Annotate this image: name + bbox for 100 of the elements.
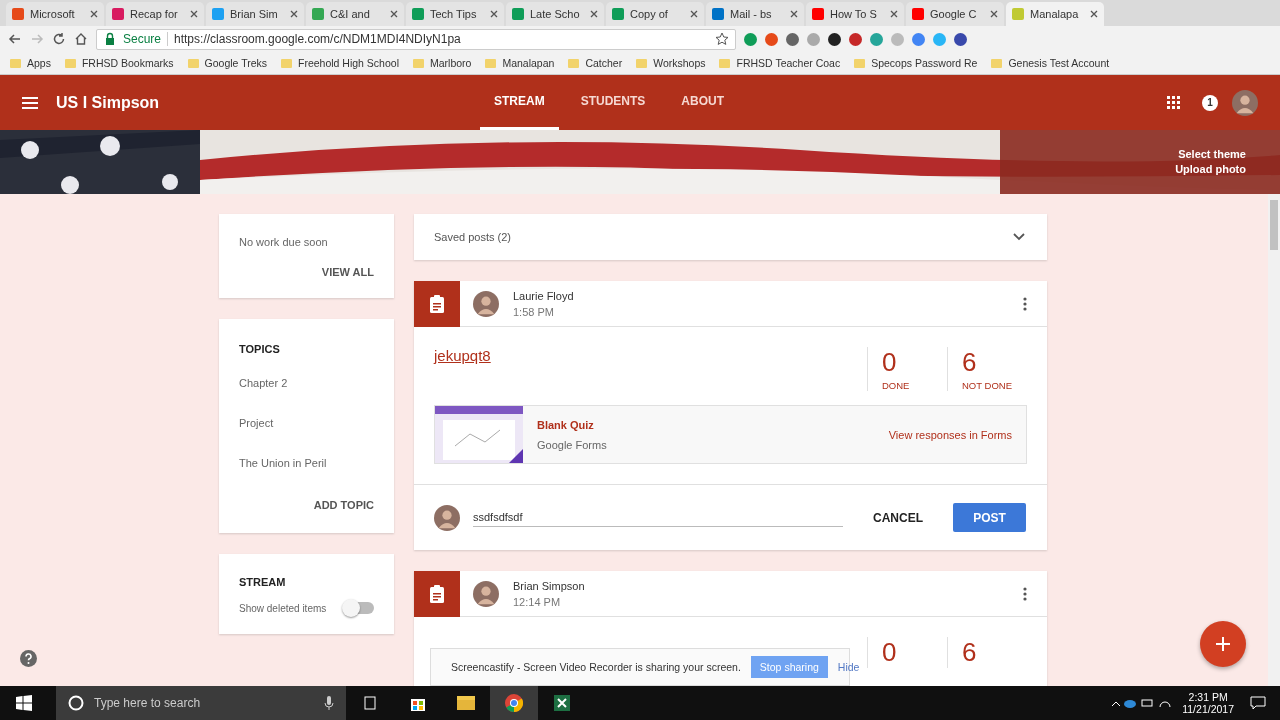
windows-icon[interactable] <box>16 695 32 711</box>
extension-icon[interactable] <box>828 32 841 46</box>
done-label: DONE <box>882 380 911 391</box>
not-done-count: 6 <box>962 637 978 668</box>
bookmark[interactable]: FRHSD Bookmarks <box>64 57 174 69</box>
extension-icon[interactable] <box>954 32 967 46</box>
toggle-switch[interactable] <box>344 602 374 614</box>
bookmark[interactable]: Apps <box>10 57 51 69</box>
bookmark[interactable]: Specops Password Re <box>854 57 978 69</box>
chrome-icon[interactable] <box>505 694 523 712</box>
post-button[interactable]: POST <box>953 503 1026 532</box>
post-time: 12:14 PM <box>513 595 562 608</box>
browser-tab[interactable]: Mail - bs <box>706 2 804 26</box>
lock-icon <box>103 32 117 46</box>
help-icon[interactable] <box>20 650 37 667</box>
stream-title: STREAM <box>239 576 287 588</box>
bookmark[interactable]: Workshops <box>636 57 706 69</box>
close-icon[interactable] <box>990 10 998 18</box>
notifications-icon[interactable] <box>1250 696 1266 710</box>
browser-tab[interactable]: Tech Tips <box>406 2 504 26</box>
close-icon[interactable] <box>1090 10 1098 18</box>
close-icon[interactable] <box>290 10 298 18</box>
close-icon[interactable] <box>790 10 798 18</box>
close-icon[interactable] <box>190 10 198 18</box>
author-name: Brian Simpson <box>513 579 586 592</box>
close-icon[interactable] <box>490 10 498 18</box>
browser-tab[interactable]: Brian Sim <box>206 2 304 26</box>
plus-icon <box>1216 637 1230 651</box>
browser-tab[interactable]: Copy of <box>606 2 704 26</box>
address-bar[interactable]: Secure https://classroom.google.com/c/NDM1MDI4NDIyN1pa <box>96 28 736 50</box>
clock-date[interactable]: 11/21/2017 <box>1182 703 1234 715</box>
chevron-icon[interactable] <box>1013 233 1025 241</box>
comment-field[interactable]: ssdfsdfsdf <box>473 508 843 527</box>
browser-tab[interactable]: Google C <box>906 2 1004 26</box>
browser-tab[interactable]: Microsoft <box>6 2 104 26</box>
cortana-icon <box>68 695 84 711</box>
bookmark[interactable]: Marlboro <box>413 57 472 69</box>
banner-link[interactable]: Upload photo <box>1175 163 1246 175</box>
bookmark[interactable]: Google Treks <box>187 57 267 69</box>
assignment-title[interactable]: jekupqt8 <box>434 347 867 391</box>
cancel-button[interactable]: CANCEL <box>867 509 929 526</box>
banner-link[interactable]: Select theme <box>1178 148 1246 160</box>
url-text: https://classroom.google.com/c/NDM1MDI4NDIyN1pa <box>174 32 462 46</box>
profile-avatar <box>1232 89 1258 116</box>
more-icon[interactable] <box>1023 296 1027 311</box>
clock-time[interactable]: 2:31 PM <box>1188 691 1228 703</box>
apps-grid-icon[interactable] <box>1167 96 1180 109</box>
add-button[interactable] <box>1200 621 1246 667</box>
commenter-avatar <box>434 504 460 531</box>
bookmark[interactable]: Manalapan <box>485 57 555 69</box>
scrollbar[interactable] <box>1268 194 1280 686</box>
system-tray-icons-drawing[interactable] <box>1112 697 1173 709</box>
browser-tab[interactable]: How To S <box>806 2 904 26</box>
search-placeholder: Type here to search <box>94 696 202 710</box>
browser-tab[interactable]: Manalapa <box>1006 2 1104 26</box>
spreadsheet-icon[interactable] <box>554 695 570 711</box>
nav-tab[interactable]: ABOUT <box>667 75 738 130</box>
not-done-count: 6 <box>962 347 978 378</box>
microphone-icon[interactable] <box>324 696 334 710</box>
bookmark[interactable]: FRHSD Teacher Coac <box>719 57 841 69</box>
close-icon[interactable] <box>390 10 398 18</box>
browser-tab[interactable]: C&I and <box>306 2 404 26</box>
attachment-card[interactable]: Blank Quiz Google Forms View responses in Forms <box>434 405 1027 464</box>
close-icon[interactable] <box>90 10 98 18</box>
not-done-label: NOT DONE <box>962 380 1013 391</box>
notification-badge[interactable]: 1 <box>1202 94 1218 111</box>
menu-icon[interactable] <box>22 96 38 109</box>
done-count: 0 <box>882 347 898 378</box>
close-icon[interactable] <box>590 10 598 18</box>
view-responses-link[interactable]: View responses in Forms <box>888 428 1012 441</box>
saved-posts-label: Saved posts (2) <box>434 231 512 243</box>
close-icon[interactable] <box>690 10 698 18</box>
star-icon[interactable] <box>715 32 729 46</box>
nav-tab[interactable]: STUDENTS <box>566 75 660 130</box>
attachment-title[interactable]: Blank Quiz <box>537 418 889 431</box>
saved-posts-bar[interactable]: Saved posts (2) <box>414 214 1047 260</box>
bookmark[interactable]: Genesis Test Account <box>991 57 1110 69</box>
topic-link[interactable]: Chapter 2 <box>239 377 374 389</box>
bookmark[interactable]: Freehold High School <box>281 57 399 69</box>
topic-link[interactable]: Project <box>239 417 374 429</box>
bookmark[interactable]: Catcher <box>568 57 623 69</box>
more-icon[interactable] <box>1023 586 1027 601</box>
reload-icon[interactable] <box>52 32 66 46</box>
assignment-icon <box>429 294 445 313</box>
close-icon[interactable] <box>890 10 898 18</box>
topic-link[interactable]: The Union in Peril <box>239 457 374 469</box>
view-all-link[interactable]: VIEW ALL <box>321 266 374 278</box>
home-icon[interactable] <box>74 32 88 46</box>
topics-title: TOPICS <box>239 343 281 355</box>
task-view-icon[interactable] <box>362 696 378 710</box>
hide-link[interactable]: Hide <box>837 661 860 673</box>
post-time: 1:58 PM <box>513 305 555 318</box>
toggle-label: Show deleted items <box>239 602 327 614</box>
browser-tab[interactable]: Recap for <box>106 2 204 26</box>
back-icon[interactable] <box>8 32 22 46</box>
assignment-icon <box>429 584 445 603</box>
add-topic-link[interactable]: ADD TOPIC <box>313 499 374 511</box>
taskbar-search-field[interactable]: Type here to search <box>56 686 346 720</box>
browser-tab[interactable]: Late Scho <box>506 2 604 26</box>
sharing-message: Screencastify - Screen Video Recorder is sharing your screen. <box>451 661 741 673</box>
